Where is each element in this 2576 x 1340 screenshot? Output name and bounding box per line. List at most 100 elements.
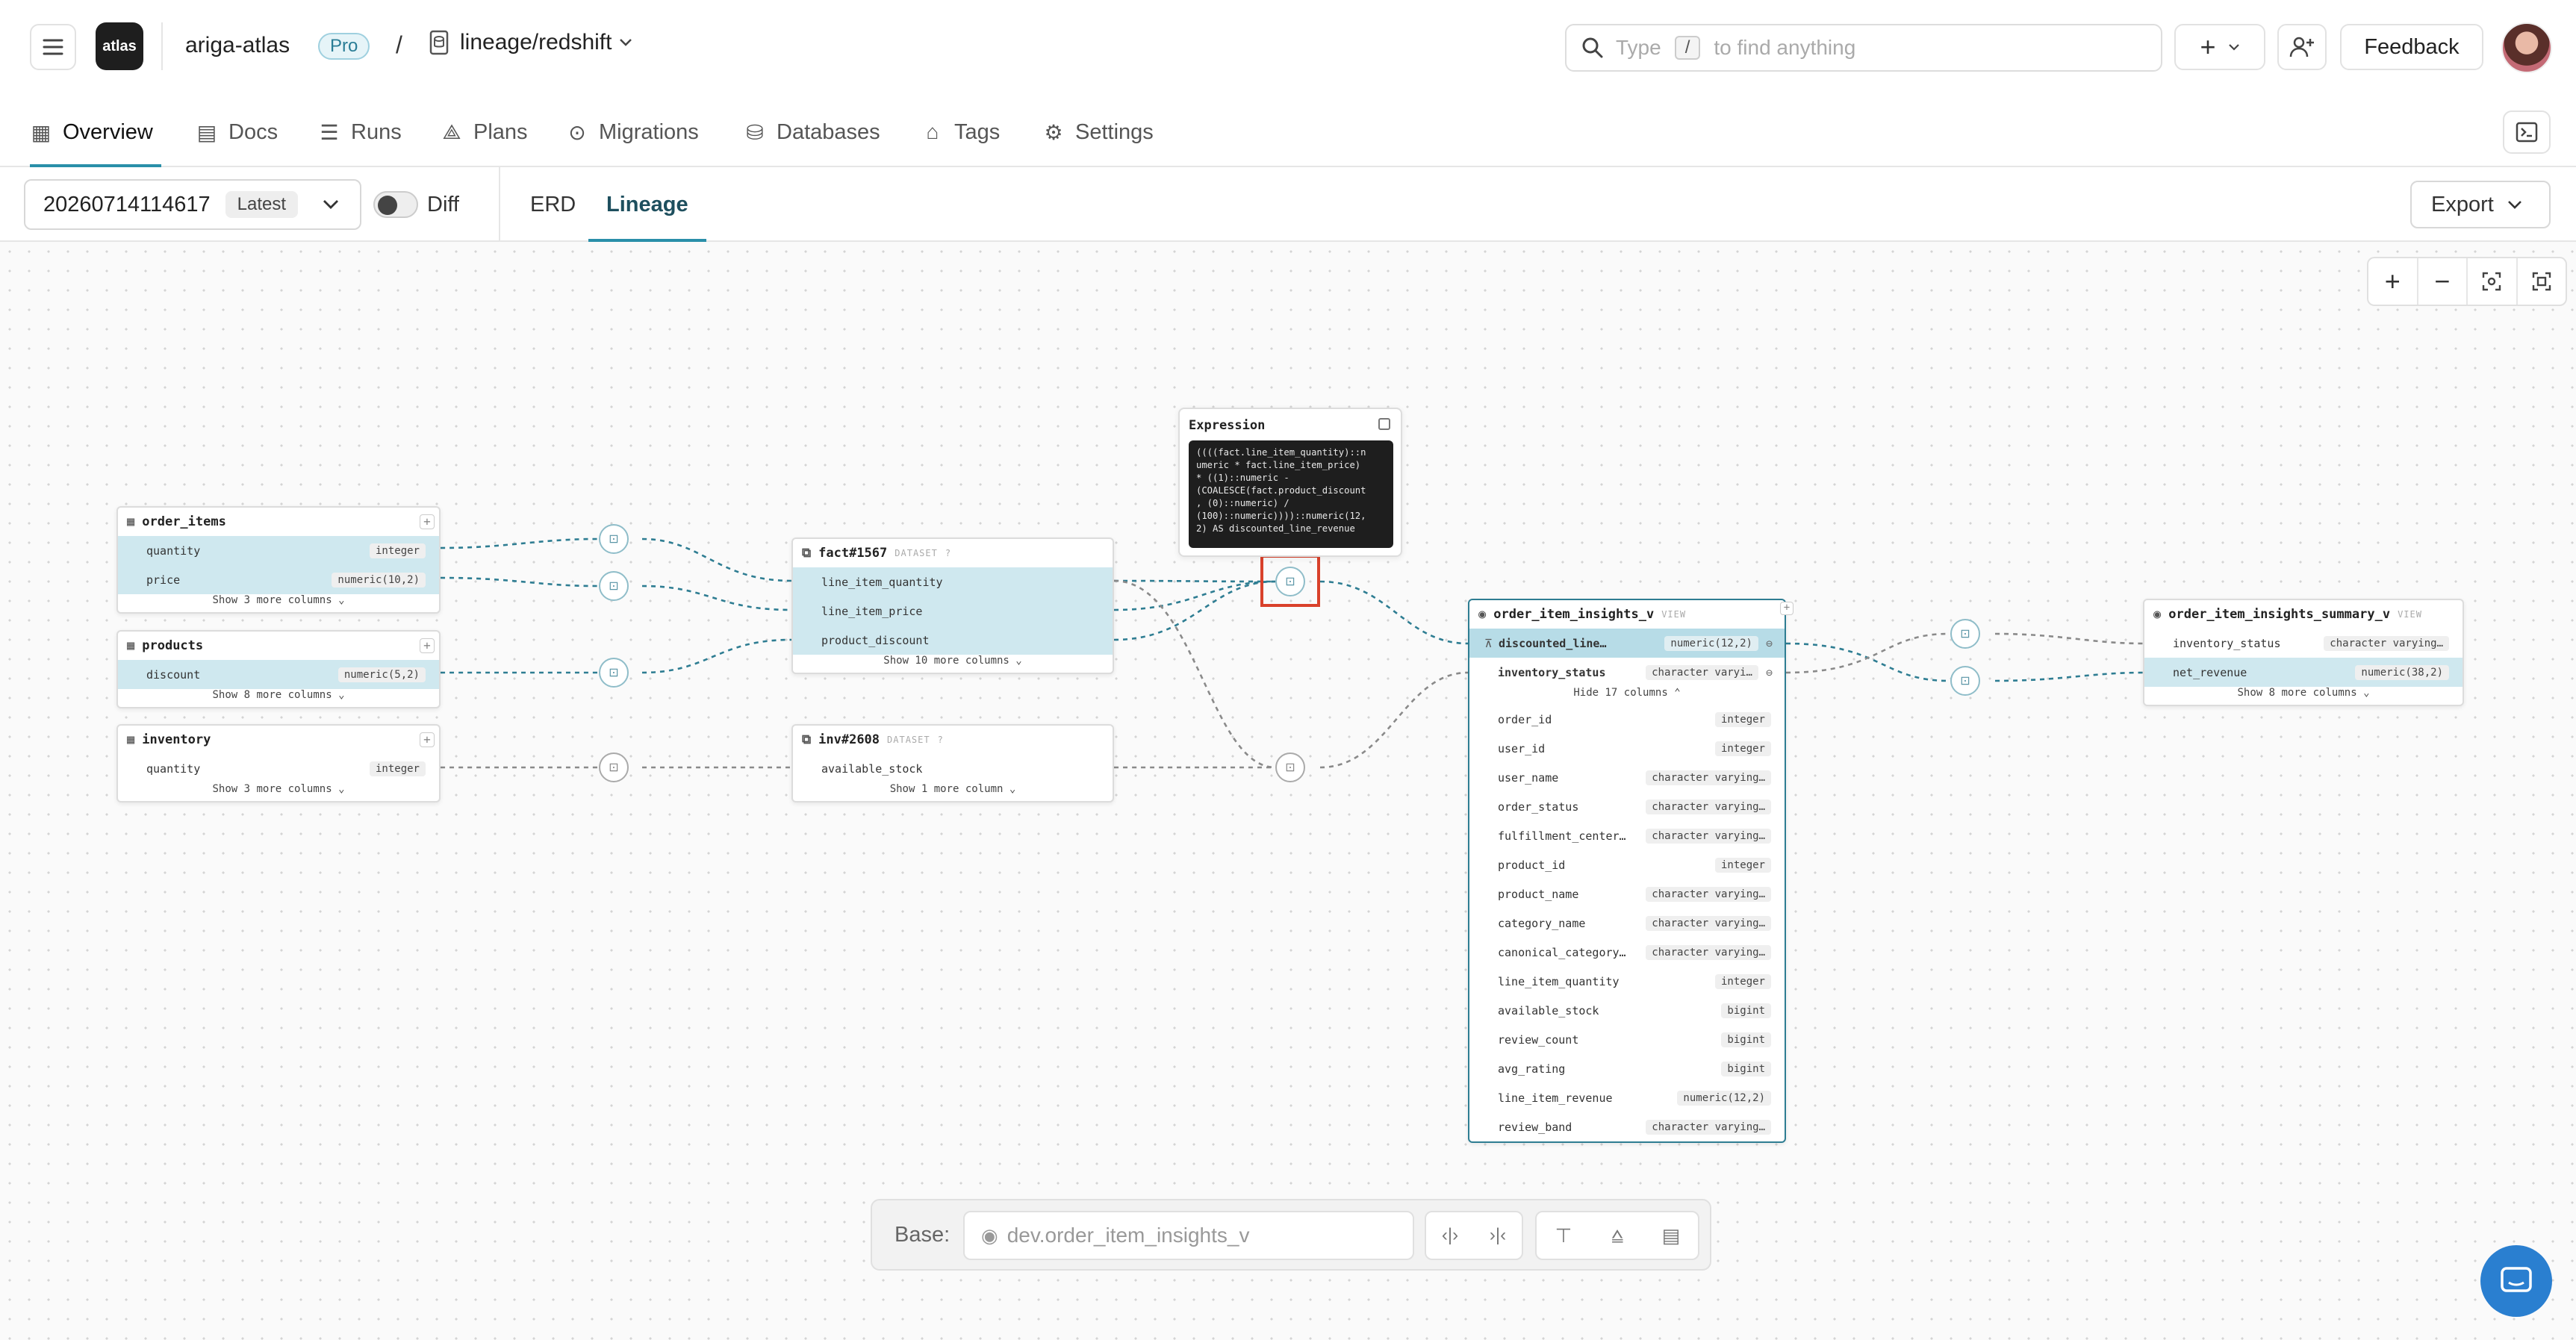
column-row[interactable]: avg_rating bigint — [1469, 1054, 1785, 1083]
tab-erd[interactable]: ERD — [530, 193, 576, 217]
column-row[interactable]: quantity integer — [118, 536, 439, 565]
column-row[interactable]: line_item_quantity — [793, 567, 1113, 596]
dataset-node-fact[interactable]: ⧉ fact#1567 DATASET? line_item_quantity li… — [791, 537, 1114, 674]
tab-tags[interactable]: ⌂ Tags — [921, 97, 1001, 167]
table-node-inventory[interactable]: ▦ inventory + quantity integer Show 3 more … — [116, 724, 441, 803]
column-row-pinned[interactable]: ⊼ discounted_line… numeric(12,2) ⊖ — [1469, 629, 1785, 658]
invite-user-button[interactable] — [2277, 24, 2327, 70]
copy-icon[interactable] — [1378, 418, 1390, 430]
tab-runs[interactable]: ☰ Runs — [318, 97, 401, 167]
expand-button[interactable]: + — [1780, 602, 1793, 615]
version-selector[interactable]: 20260714114617 Latest — [24, 179, 361, 230]
column-row[interactable]: price numeric(10,2) — [118, 565, 439, 594]
show-more-columns[interactable]: Show 8 more columns ⌄ — [2144, 687, 2463, 705]
column-row[interactable]: user_id integer — [1469, 734, 1785, 763]
view-node-order-item-insights[interactable]: ◉ order_item_insights_v VIEW + ⊼ discounted_… — [1468, 599, 1793, 1143]
lineage-canvas[interactable]: + − ⊡ ⊡ ⊡ ⊡ ⊡ ⊡ ⊡ ⊡ Expression ((((fact.… — [0, 242, 2576, 1340]
column-row[interactable]: discount numeric(5,2) — [118, 660, 439, 689]
tab-lineage[interactable]: Lineage — [606, 193, 688, 217]
column-row[interactable]: order_id integer — [1469, 705, 1785, 734]
export-button[interactable]: Export — [2410, 181, 2551, 228]
layout-icon[interactable]: ⩠ — [1590, 1212, 1644, 1259]
transform-node[interactable]: ⊡ — [599, 658, 629, 688]
base-input[interactable]: ◉ dev.order_item_insights_v — [963, 1211, 1414, 1260]
expression-popover: Expression ((((fact.line_item_quantity):… — [1178, 408, 1402, 557]
eye-icon: ◉ — [981, 1224, 998, 1247]
table-node-order-items[interactable]: ▦ order_items + quantity integer price numer… — [116, 506, 441, 614]
column-row[interactable]: line_item_quantity integer — [1469, 967, 1785, 996]
column-type: integer — [1714, 857, 1771, 873]
column-name: discounted_line… — [1498, 636, 1607, 650]
column-row[interactable]: fulfillment_center… character varying… — [1469, 821, 1785, 850]
column-row[interactable]: quantity integer — [118, 754, 439, 783]
tab-plans[interactable]: ⟁ Plans — [441, 97, 528, 167]
show-more-columns[interactable]: Show 3 more columns ⌄ — [118, 594, 439, 612]
column-row[interactable]: line_item_revenue numeric(12,2) — [1469, 1083, 1785, 1112]
export-label: Export — [2431, 192, 2494, 216]
tab-overview[interactable]: ▦ Overview — [30, 97, 153, 167]
tab-databases[interactable]: ⛁ Databases — [744, 97, 880, 167]
column-row[interactable]: product_name character varying… — [1469, 879, 1785, 909]
org-name[interactable]: ariga-atlas — [185, 33, 290, 58]
column-row[interactable]: review_band character varying… — [1469, 1112, 1785, 1141]
column-name: product_discount — [821, 633, 930, 647]
transform-node[interactable]: ⊡ — [1950, 666, 1980, 696]
column-row[interactable]: category_name character varying… — [1469, 909, 1785, 938]
show-more-columns[interactable]: Show 1 more column ⌄ — [793, 783, 1113, 801]
column-row[interactable]: available_stock — [793, 754, 1113, 783]
column-row[interactable]: canonical_category… character varying… — [1469, 938, 1785, 967]
column-row[interactable]: order_status character varying… — [1469, 792, 1785, 821]
expand-downstream-button[interactable]: ›|‹ — [1474, 1212, 1522, 1259]
column-row[interactable]: product_id integer — [1469, 850, 1785, 879]
table-node-products[interactable]: ▦ products + discount numeric(5,2) Show 8 m… — [116, 630, 441, 708]
atlas-logo[interactable]: atlas — [96, 22, 143, 70]
expand-button[interactable]: + — [420, 514, 435, 529]
column-row[interactable]: inventory_status character varying… — [2144, 629, 2463, 658]
expand-button[interactable]: + — [420, 732, 435, 747]
expand-button[interactable]: + — [420, 638, 435, 653]
transform-node[interactable]: ⊡ — [1275, 752, 1305, 782]
terminal-button[interactable] — [2503, 110, 2551, 154]
compass-icon: ⟁ — [442, 119, 461, 143]
diff-toggle[interactable] — [373, 191, 418, 218]
dataset-node-inv[interactable]: ⧉ inv#2608 DATASET? available_stock Show 1… — [791, 724, 1114, 803]
tab-docs[interactable]: ▤ Docs — [196, 97, 278, 167]
table-view-icon[interactable]: ▤ — [1644, 1212, 1698, 1259]
tab-migrations[interactable]: ⊙ Migrations — [566, 97, 699, 167]
show-more-columns[interactable]: Show 8 more columns ⌄ — [118, 689, 439, 707]
edge — [440, 537, 598, 549]
filter-icon[interactable]: ⊤ — [1537, 1212, 1590, 1259]
transform-node[interactable]: ⊡ — [599, 524, 629, 554]
column-row[interactable]: net_revenue numeric(38,2) — [2144, 658, 2463, 687]
version-id: 20260714114617 — [43, 192, 211, 216]
menu-button[interactable] — [30, 24, 76, 70]
transform-node[interactable]: ⊡ — [599, 752, 629, 782]
show-more-columns[interactable]: Show 3 more columns ⌄ — [118, 783, 439, 801]
transform-node[interactable]: ⊡ — [599, 571, 629, 601]
expand-upstream-button[interactable]: ‹|› — [1426, 1212, 1474, 1259]
hide-columns-toggle[interactable]: Hide 17 columns ⌃ — [1469, 687, 1785, 705]
column-row-pinned[interactable]: inventory_status character varyi… ⊖ — [1469, 658, 1785, 687]
show-more-columns[interactable]: Show 10 more columns ⌄ — [793, 655, 1113, 673]
user-avatar[interactable] — [2501, 22, 2552, 73]
search-input[interactable]: Type / to find anything — [1565, 24, 2162, 72]
column-row[interactable]: line_item_price — [793, 596, 1113, 626]
column-row[interactable]: review_count bigint — [1469, 1025, 1785, 1054]
column-row[interactable]: available_stock bigint — [1469, 996, 1785, 1025]
column-row[interactable]: product_discount — [793, 626, 1113, 655]
transform-node[interactable]: ⊡ — [1950, 619, 1980, 649]
help-icon: ? — [945, 548, 952, 558]
tab-label: Databases — [777, 119, 880, 144]
tab-settings[interactable]: ⚙ Settings — [1042, 97, 1153, 167]
chat-widget-button[interactable] — [2480, 1245, 2552, 1317]
unpin-icon[interactable]: ⊖ — [1766, 637, 1773, 650]
breadcrumb-separator: / — [396, 31, 402, 58]
unpin-icon[interactable]: ⊖ — [1766, 666, 1773, 679]
create-menu-button[interactable]: + — [2174, 24, 2265, 70]
table-icon: ▦ — [127, 514, 135, 529]
column-row[interactable]: user_name character varying… — [1469, 763, 1785, 792]
repo-selector[interactable]: lineage/redshift — [429, 30, 632, 55]
feedback-button[interactable]: Feedback — [2340, 24, 2483, 70]
tab-label: Overview — [63, 119, 153, 144]
view-node-order-item-insights-summary[interactable]: ◉ order_item_insights_summary_v VIEW inven… — [2143, 599, 2464, 706]
